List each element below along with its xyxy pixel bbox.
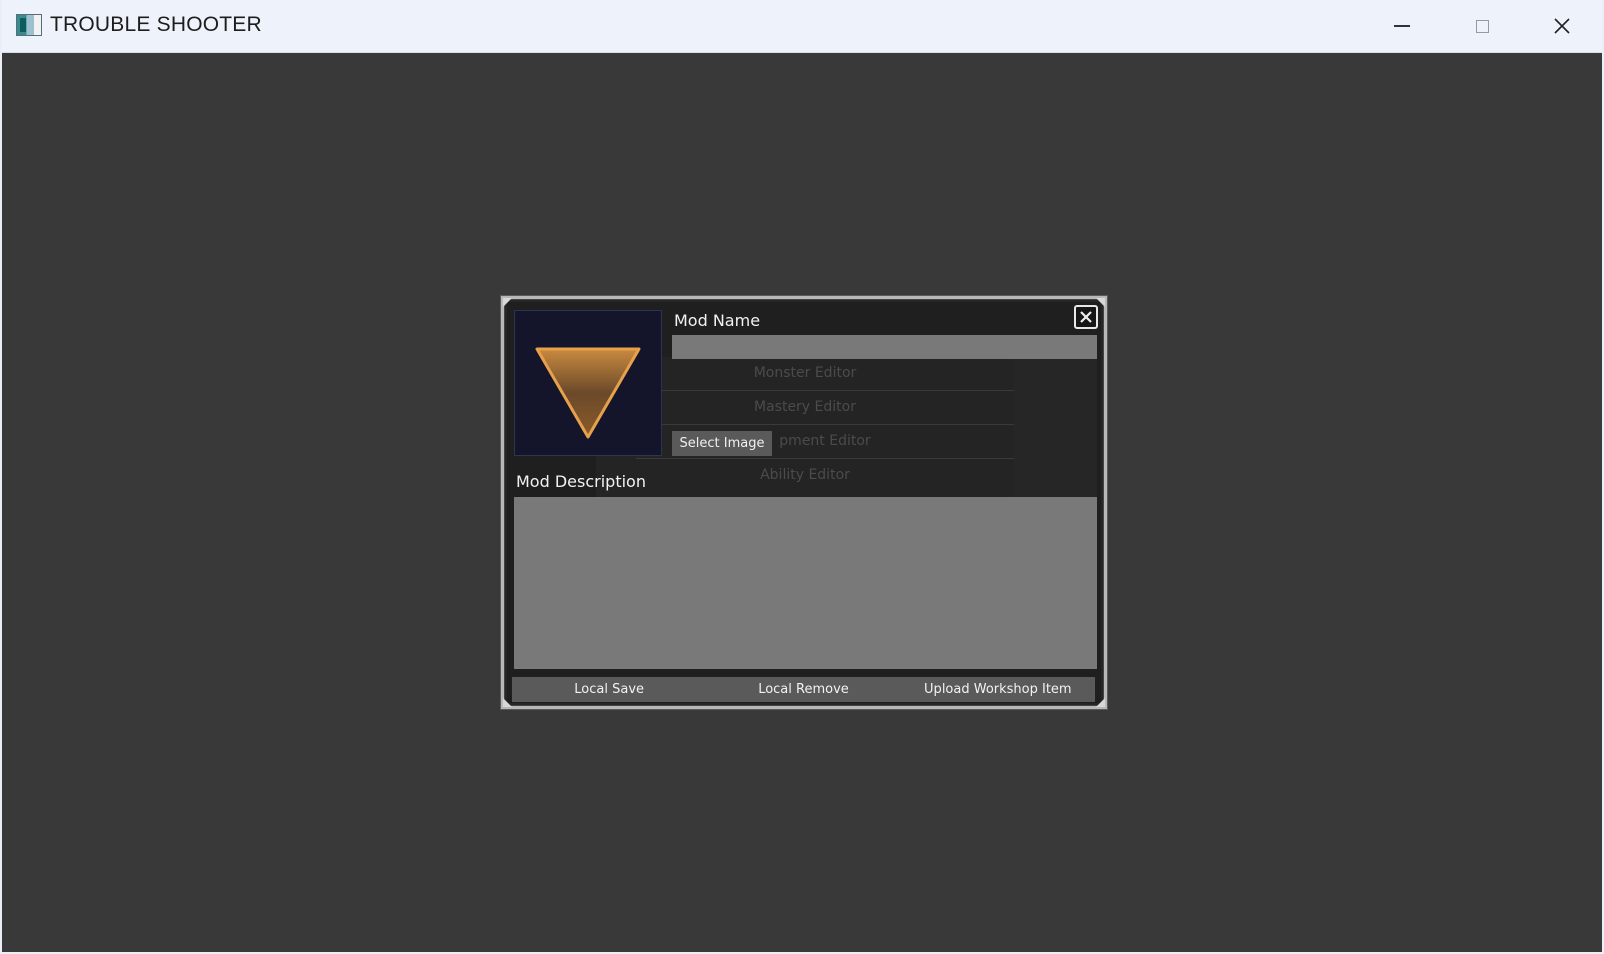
mod-upload-dialog: Monster Editor Mastery Editor pment Edit… <box>500 295 1108 710</box>
dialog-corner-ornament <box>503 298 512 307</box>
dialog-corner-ornament <box>1096 698 1105 707</box>
minimize-icon <box>1394 25 1410 27</box>
title-bar: TROUBLE SHOOTER <box>2 0 1602 53</box>
dialog-close-button[interactable] <box>1074 305 1098 329</box>
maximize-button[interactable] <box>1447 0 1517 52</box>
minimize-button[interactable] <box>1367 0 1437 52</box>
dialog-action-bar: Local Save Local Remove Upload Workshop … <box>512 677 1095 702</box>
close-icon <box>1554 18 1570 34</box>
maximize-icon <box>1475 19 1489 33</box>
mod-preview-image <box>514 310 662 456</box>
local-save-button[interactable]: Local Save <box>512 677 706 702</box>
window-close-button[interactable] <box>1527 0 1597 52</box>
app-window: TROUBLE SHOOTER Monster Editor Mastery E… <box>0 0 1604 954</box>
mod-name-label: Mod Name <box>674 311 761 330</box>
ghost-menu-item: Ability Editor <box>760 467 850 483</box>
local-remove-button[interactable]: Local Remove <box>706 677 900 702</box>
mod-name-input[interactable] <box>672 335 1097 359</box>
mod-description-label: Mod Description <box>516 472 646 491</box>
window-title: TROUBLE SHOOTER <box>50 13 262 36</box>
close-icon <box>1080 311 1092 323</box>
inverted-triangle-icon <box>535 347 641 439</box>
upload-workshop-item-button[interactable]: Upload Workshop Item <box>901 677 1095 702</box>
select-image-button[interactable]: Select Image <box>672 431 772 456</box>
app-icon <box>16 14 42 36</box>
mod-description-input[interactable] <box>514 497 1097 669</box>
dialog-corner-ornament <box>503 698 512 707</box>
background-panel <box>1014 357 1097 497</box>
